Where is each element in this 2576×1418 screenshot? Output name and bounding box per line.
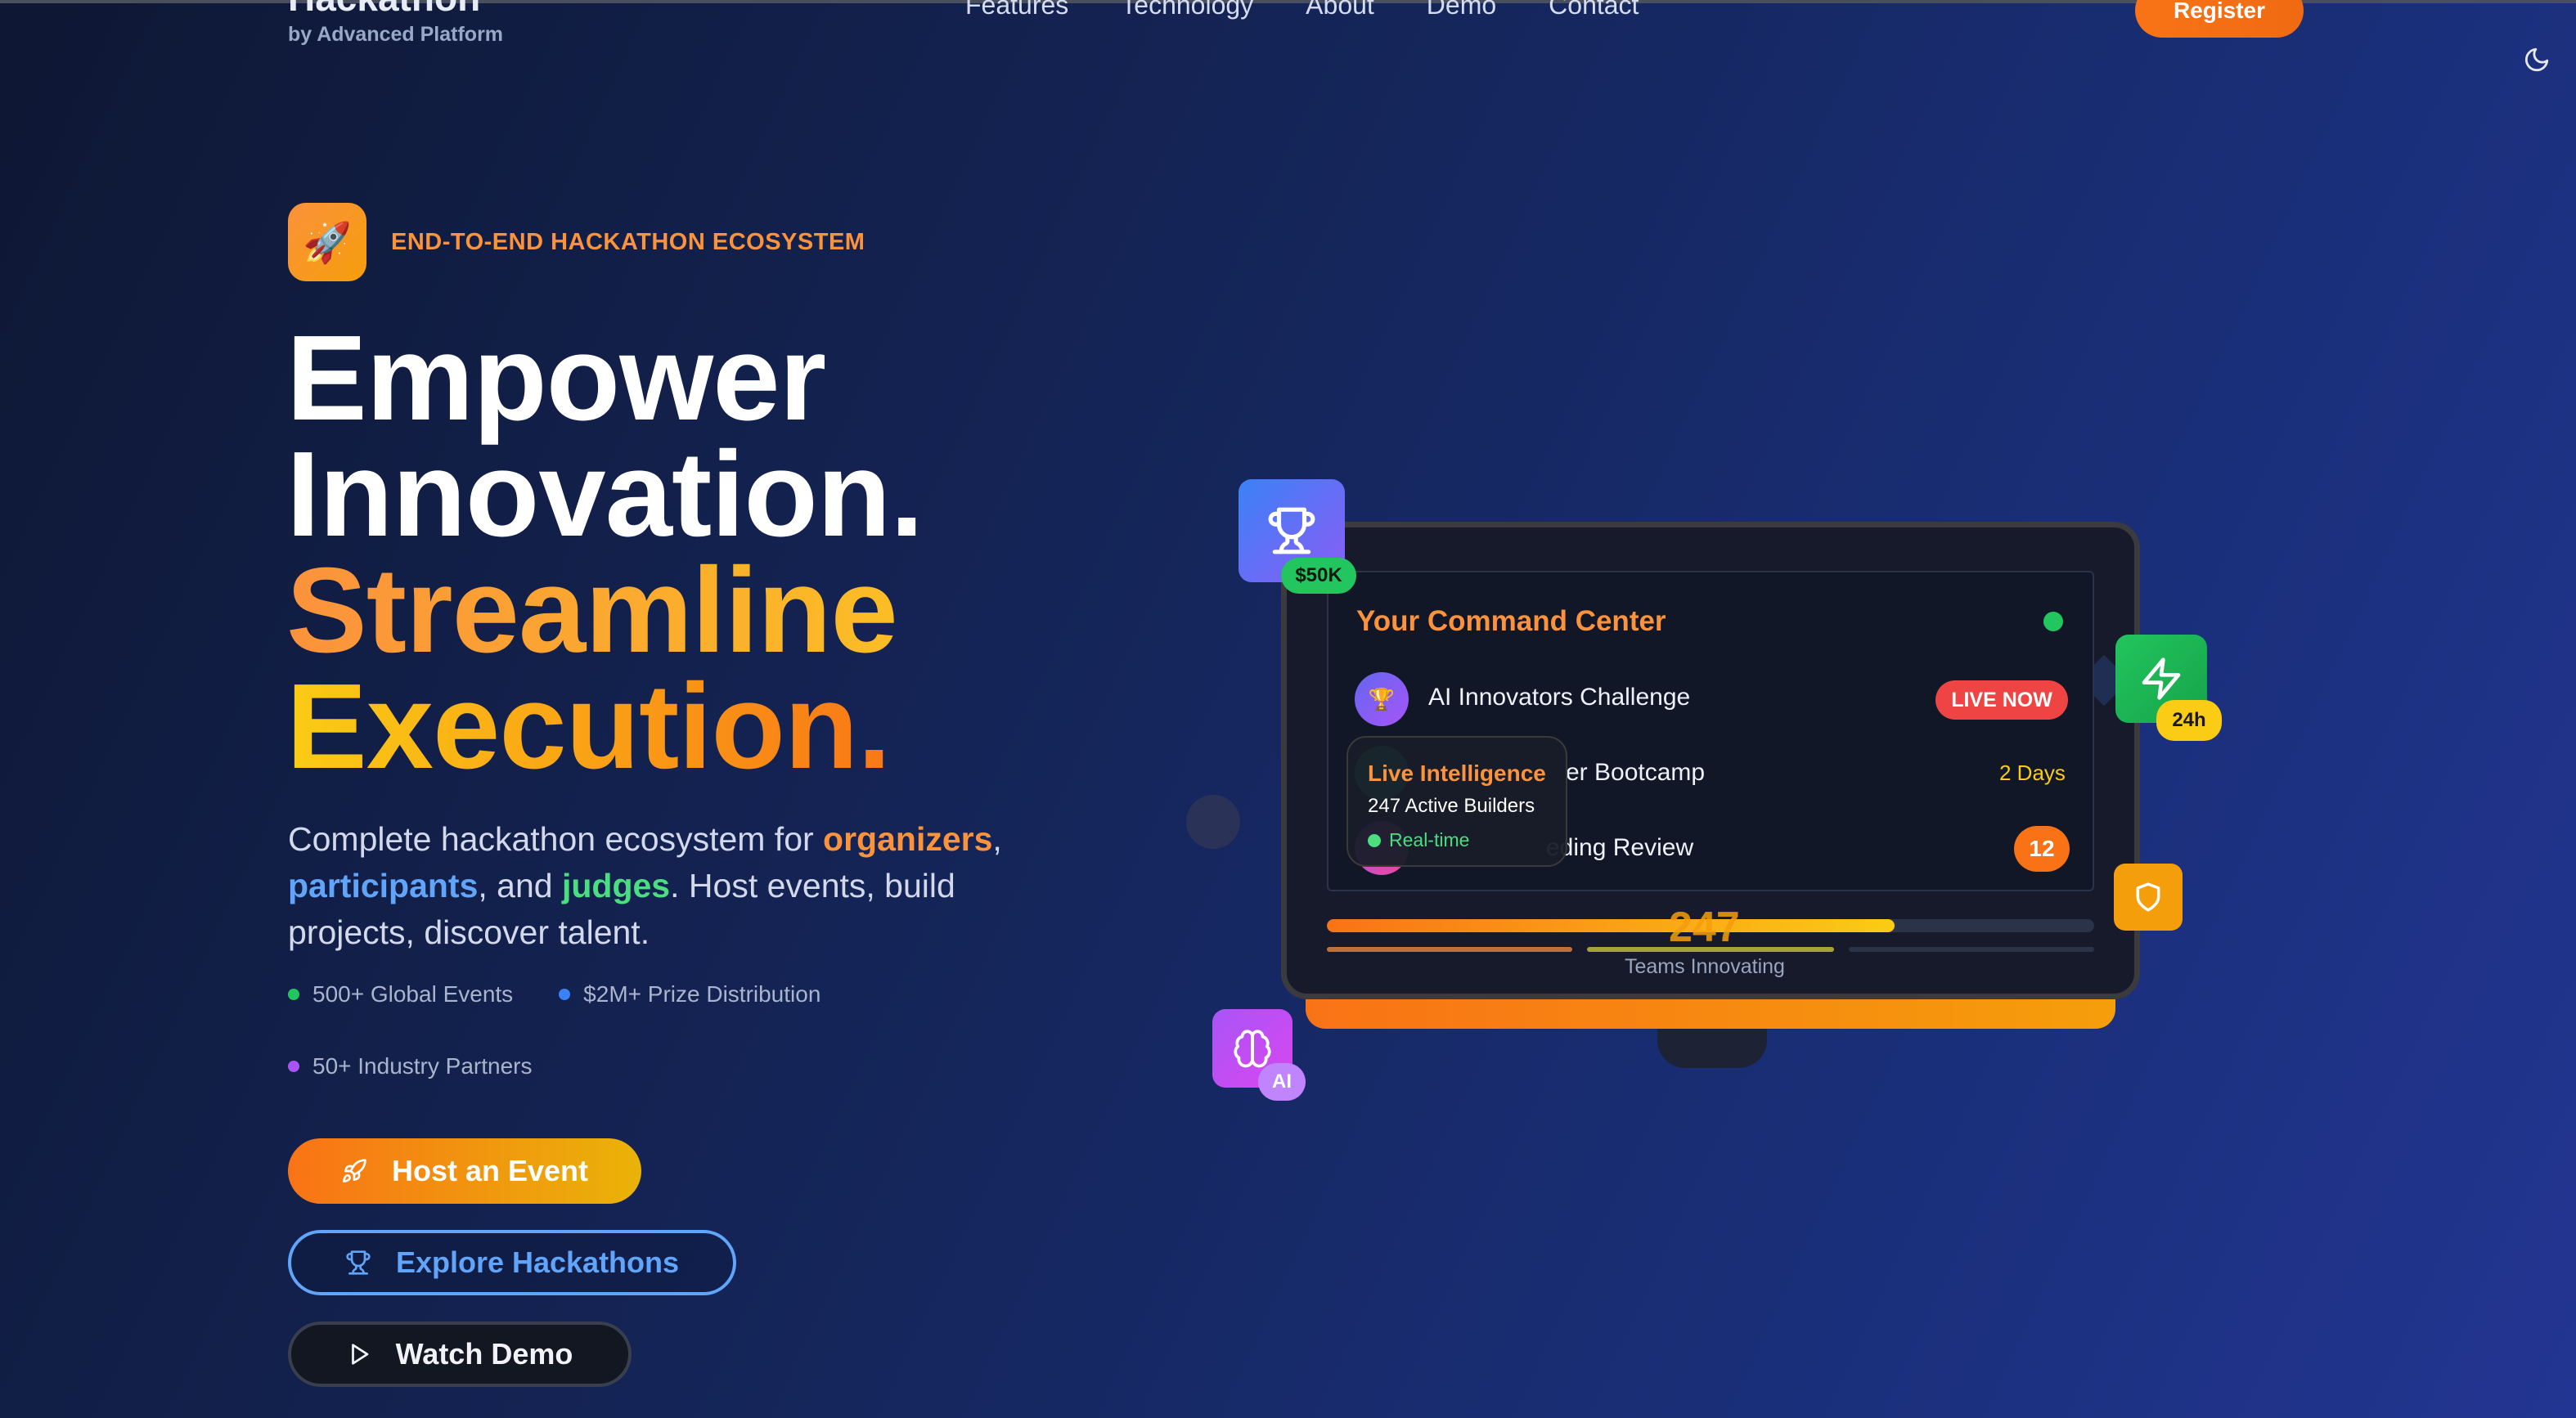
stat-prizes: $2M+ Prize Distribution: [559, 981, 820, 1007]
nav-about[interactable]: About: [1306, 0, 1374, 20]
event-row-name[interactable]: eding Review: [1546, 834, 1693, 862]
decorative-circle: [1186, 795, 1240, 849]
tooltip-status-label: Real-time: [1389, 829, 1470, 850]
count-badge: 12: [2014, 826, 2070, 872]
live-now-badge: LIVE NOW: [1935, 680, 2068, 720]
progress-bar-fill: [1327, 919, 1895, 932]
prize-tag: $50K: [1281, 558, 1356, 594]
dark-mode-toggle[interactable]: [2523, 46, 2551, 74]
green-dot-icon: [1368, 833, 1381, 847]
tooltip-status: Real-time: [1368, 829, 1546, 851]
brand-subtitle: by Advanced Platform: [288, 23, 504, 46]
hero-stats: 500+ Global Events $2M+ Prize Distributi…: [288, 981, 910, 1079]
hero-badge-text: END-TO-END HACKATHON ECOSYSTEM: [391, 228, 865, 255]
command-center-title: Your Command Center: [1356, 605, 1666, 637]
status-indicator: [2043, 612, 2063, 631]
nav-features[interactable]: Features: [965, 0, 1068, 20]
main-nav: Features Technology About Demo Contact: [965, 0, 1639, 20]
headline-line-2: Innovation.: [286, 427, 924, 562]
explore-hackathons-button[interactable]: Explore Hackathons: [288, 1230, 736, 1295]
moon-icon: [2524, 47, 2549, 72]
headline-line-3: Streamline: [286, 550, 923, 671]
rocket-icon: 🚀: [288, 203, 366, 281]
nav-demo[interactable]: Demo: [1427, 0, 1496, 20]
lead-text-1: Complete hackathon ecosystem for: [288, 820, 824, 858]
nav-contact[interactable]: Contact: [1549, 0, 1639, 20]
headline-line-1: Empower: [286, 311, 826, 446]
green-dot-icon: [288, 989, 299, 1000]
purple-dot-icon: [288, 1061, 299, 1072]
watch-demo-label: Watch Demo: [395, 1337, 573, 1371]
stat-label: 50+ Industry Partners: [312, 1053, 533, 1079]
host-event-label: Host an Event: [391, 1154, 589, 1187]
mini-progress-bar: [1849, 947, 2094, 952]
lead-comma: ,: [992, 820, 1002, 858]
mini-progress-bar: [1327, 947, 1572, 952]
lead-text-2: , and: [478, 867, 562, 904]
stat-events: 500+ Global Events: [288, 981, 513, 1007]
event-row-name[interactable]: er Bootcamp: [1566, 759, 1705, 787]
time-tag: 24h: [2156, 700, 2222, 741]
tooltip-subtitle: 247 Active Builders: [1368, 795, 1535, 817]
nav-technology[interactable]: Technology: [1121, 0, 1253, 20]
tooltip-title: Live Intelligence: [1368, 761, 1546, 786]
watch-demo-button[interactable]: Watch Demo: [288, 1322, 632, 1387]
teams-count: 247: [1669, 904, 1740, 951]
event-row-name[interactable]: AI Innovators Challenge: [1428, 684, 1690, 711]
headline-line-4: Execution.: [286, 666, 923, 788]
hero-badge: 🚀 END-TO-END HACKATHON ECOSYSTEM: [288, 203, 865, 281]
explore-hackathons-label: Explore Hackathons: [395, 1245, 680, 1279]
teams-label: Teams Innovating: [1625, 955, 1785, 978]
live-intelligence-tooltip: Live Intelligence 247 Active Builders Re…: [1346, 736, 1567, 867]
brand-title[interactable]: Hackathon: [288, 0, 480, 20]
hero-description: Complete hackathon ecosystem for organiz…: [288, 816, 1073, 956]
lead-organizers: organizers: [823, 820, 993, 858]
trophy-avatar-icon: 🏆: [1355, 672, 1409, 726]
lead-participants: participants: [288, 867, 479, 904]
trophy-icon: [346, 1250, 371, 1275]
blue-dot-icon: [559, 989, 571, 1000]
stat-label: $2M+ Prize Distribution: [583, 981, 821, 1007]
ai-tag: AI: [1258, 1063, 1306, 1101]
stat-label: 500+ Global Events: [312, 981, 514, 1007]
hero-headline: Empower Innovation. Streamline Execution…: [286, 311, 924, 788]
rocket-icon: [342, 1159, 366, 1182]
register-button[interactable]: Register: [2135, 0, 2304, 38]
play-icon: [351, 1344, 369, 1365]
shield-icon: [2114, 864, 2183, 931]
host-event-button[interactable]: Host an Event: [288, 1138, 641, 1204]
days-remaining: 2 Days: [1999, 761, 2066, 785]
lead-judges: judges: [561, 867, 671, 904]
stat-partners: 50+ Industry Partners: [288, 1053, 532, 1079]
